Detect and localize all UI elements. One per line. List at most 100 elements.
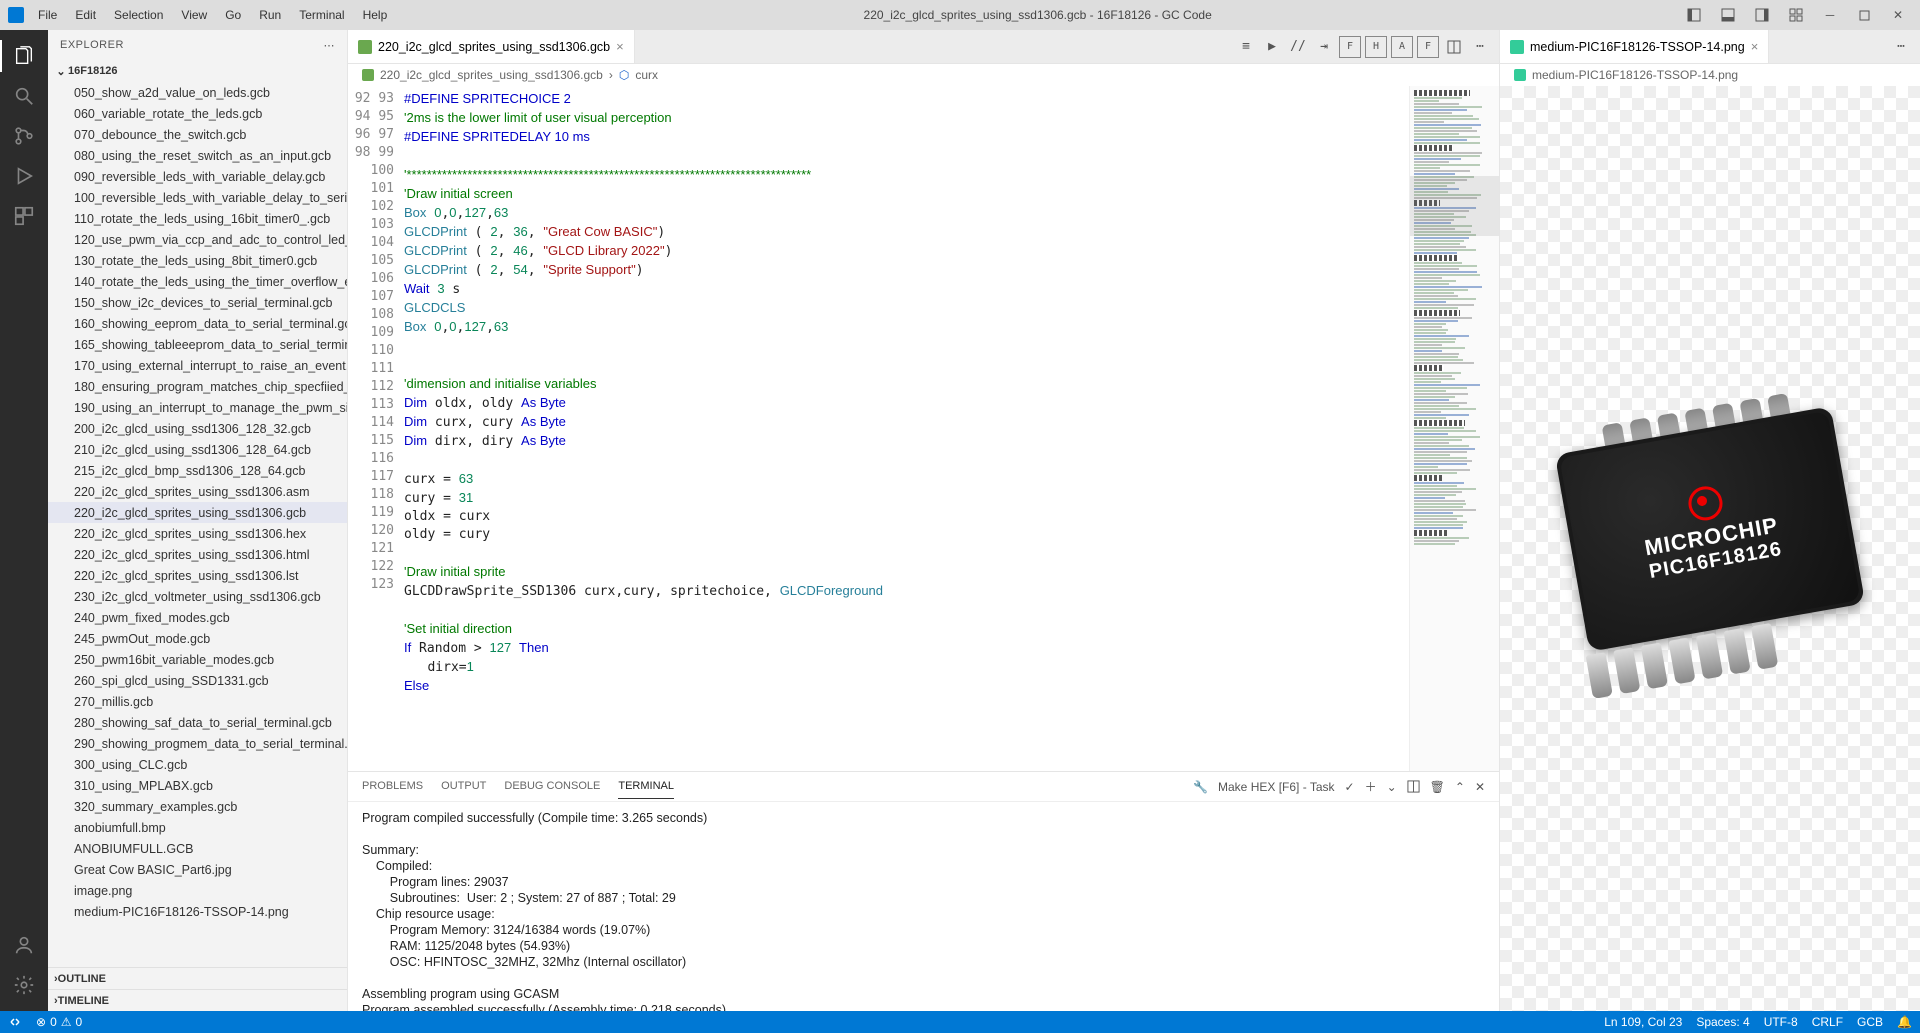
customize-layout-icon[interactable] [1782,5,1810,25]
search-icon[interactable] [0,76,48,116]
file-item[interactable]: 220_i2c_glcd_sprites_using_ssd1306.hex [48,523,347,544]
file-item[interactable]: 270_millis.gcb [48,691,347,712]
file-item[interactable]: 200_i2c_glcd_using_ssd1306_128_32.gcb [48,418,347,439]
split-terminal-icon[interactable] [1407,780,1420,793]
file-item[interactable]: 165_showing_tableeeprom_data_to_serial_t… [48,334,347,355]
panel-tab-problems[interactable]: PROBLEMS [362,774,423,799]
settings-gear-icon[interactable] [0,965,48,1005]
toggle-panel-right-icon[interactable] [1748,5,1776,25]
minimap[interactable] [1409,86,1499,771]
file-item[interactable]: 220_i2c_glcd_sprites_using_ssd1306.gcb [48,502,347,523]
file-item[interactable]: 215_i2c_glcd_bmp_ssd1306_128_64.gcb [48,460,347,481]
preview-tab[interactable]: medium-PIC16F18126-TSSOP-14.png × [1500,30,1769,63]
comment-slash-icon[interactable]: // [1287,36,1309,58]
timeline-section[interactable]: ›TIMELINE [48,989,347,1011]
file-item[interactable]: 150_show_i2c_devices_to_serial_terminal.… [48,292,347,313]
menu-run[interactable]: Run [251,4,289,26]
format-h-icon[interactable]: H [1365,36,1387,58]
menu-view[interactable]: View [173,4,215,26]
bell-icon[interactable]: 🔔 [1897,1015,1912,1029]
folder-header[interactable]: ⌄ 16F18126 [48,60,347,82]
close-tab-icon[interactable]: × [616,39,624,54]
more-actions-icon[interactable]: ⋯ [1469,36,1491,58]
panel-tab-terminal[interactable]: TERMINAL [618,774,674,799]
remote-icon[interactable] [8,1015,22,1029]
file-item[interactable]: 240_pwm_fixed_modes.gcb [48,607,347,628]
file-item[interactable]: 080_using_the_reset_switch_as_an_input.g… [48,145,347,166]
file-item[interactable]: 180_ensuring_program_matches_chip_specfi… [48,376,347,397]
wrench-icon[interactable]: 🔧 [1193,780,1208,794]
close-window-icon[interactable]: ✕ [1884,5,1912,25]
file-item[interactable]: 110_rotate_the_leds_using_16bit_timer0_.… [48,208,347,229]
eol-item[interactable]: CRLF [1812,1015,1843,1029]
menu-edit[interactable]: Edit [67,4,104,26]
maximize-icon[interactable] [1850,5,1878,25]
menu-help[interactable]: Help [355,4,396,26]
file-item[interactable]: 290_showing_progmem_data_to_serial_termi… [48,733,347,754]
file-item[interactable]: 320_summary_examples.gcb [48,796,347,817]
code-content[interactable]: #DEFINE SPRITECHOICE 2 '2ms is the lower… [404,86,1409,771]
format-a-icon[interactable]: A [1391,36,1413,58]
file-list[interactable]: 050_show_a2d_value_on_leds.gcb060_variab… [48,82,347,967]
task-label[interactable]: Make HEX [F6] - Task [1218,780,1334,794]
more-actions-icon[interactable]: ⋯ [1890,36,1912,58]
errors-item[interactable]: ⊗0 ⚠0 [36,1015,82,1029]
code-area[interactable]: 92 93 94 95 96 97 98 99 100 101 102 103 … [348,86,1499,771]
check-icon[interactable]: ✓ [1345,780,1355,794]
format-f2-icon[interactable]: F [1417,36,1439,58]
terminal-dropdown-icon[interactable]: ⌄ [1387,780,1397,794]
file-item[interactable]: 220_i2c_glcd_sprites_using_ssd1306.asm [48,481,347,502]
file-item[interactable]: 120_use_pwm_via_ccp_and_adc_to_control_l… [48,229,347,250]
file-item[interactable]: 130_rotate_the_leds_using_8bit_timer0.gc… [48,250,347,271]
image-preview[interactable]: MICROCHIP PIC16F18126 [1500,86,1920,1011]
file-item[interactable]: 250_pwm16bit_variable_modes.gcb [48,649,347,670]
file-item[interactable]: 170_using_external_interrupt_to_raise_an… [48,355,347,376]
menu-terminal[interactable]: Terminal [291,4,352,26]
split-editor-icon[interactable] [1443,36,1465,58]
editor-tab[interactable]: 220_i2c_glcd_sprites_using_ssd1306.gcb × [348,30,635,63]
format-f-icon[interactable]: F [1339,36,1361,58]
extensions-icon[interactable] [0,196,48,236]
run-icon[interactable]: ▶ [1261,36,1283,58]
explorer-icon[interactable] [0,36,48,76]
file-item[interactable]: 300_using_CLC.gcb [48,754,347,775]
menu-file[interactable]: File [30,4,65,26]
file-item[interactable]: 060_variable_rotate_the_leds.gcb [48,103,347,124]
indent-icon[interactable]: ⇥ [1313,36,1335,58]
menu-selection[interactable]: Selection [106,4,171,26]
file-item[interactable]: 090_reversible_leds_with_variable_delay.… [48,166,347,187]
file-item[interactable]: 100_reversible_leds_with_variable_delay_… [48,187,347,208]
file-item[interactable]: ANOBIUMFULL.GCB [48,838,347,859]
accounts-icon[interactable] [0,925,48,965]
file-item[interactable]: 160_showing_eeprom_data_to_serial_termin… [48,313,347,334]
file-item[interactable]: 050_show_a2d_value_on_leds.gcb [48,82,347,103]
source-control-icon[interactable] [0,116,48,156]
file-item[interactable]: 230_i2c_glcd_voltmeter_using_ssd1306.gcb [48,586,347,607]
file-item[interactable]: image.png [48,880,347,901]
file-item[interactable]: 070_debounce_the_switch.gcb [48,124,347,145]
file-item[interactable]: 140_rotate_the_leds_using_the_timer_over… [48,271,347,292]
close-panel-icon[interactable]: ✕ [1475,780,1485,794]
file-item[interactable]: 210_i2c_glcd_using_ssd1306_128_64.gcb [48,439,347,460]
run-debug-icon[interactable] [0,156,48,196]
more-icon[interactable]: ⋯ [324,39,336,52]
close-tab-icon[interactable]: × [1751,39,1759,54]
toggle-panel-left-icon[interactable] [1680,5,1708,25]
file-item[interactable]: anobiumfull.bmp [48,817,347,838]
panel-tab-output[interactable]: OUTPUT [441,774,486,799]
new-terminal-icon[interactable]: ＋ [1365,778,1377,795]
cursor-position[interactable]: Ln 109, Col 23 [1604,1015,1682,1029]
file-item[interactable]: 280_showing_saf_data_to_serial_terminal.… [48,712,347,733]
chevron-up-icon[interactable]: ⌃ [1455,780,1465,794]
indent-item[interactable]: Spaces: 4 [1696,1015,1749,1029]
outline-section[interactable]: ›OUTLINE [48,967,347,989]
breadcrumb[interactable]: 220_i2c_glcd_sprites_using_ssd1306.gcb ›… [348,64,1499,86]
file-item[interactable]: 220_i2c_glcd_sprites_using_ssd1306.html [48,544,347,565]
file-item[interactable]: Great Cow BASIC_Part6.jpg [48,859,347,880]
terminal-output[interactable]: Program compiled successfully (Compile t… [348,802,1499,1011]
file-item[interactable]: 260_spi_glcd_using_SSD1331.gcb [48,670,347,691]
encoding-item[interactable]: UTF-8 [1764,1015,1798,1029]
file-item[interactable]: 190_using_an_interrupt_to_manage_the_pwm… [48,397,347,418]
file-item[interactable]: 310_using_MPLABX.gcb [48,775,347,796]
list-icon[interactable]: ≡ [1235,36,1257,58]
